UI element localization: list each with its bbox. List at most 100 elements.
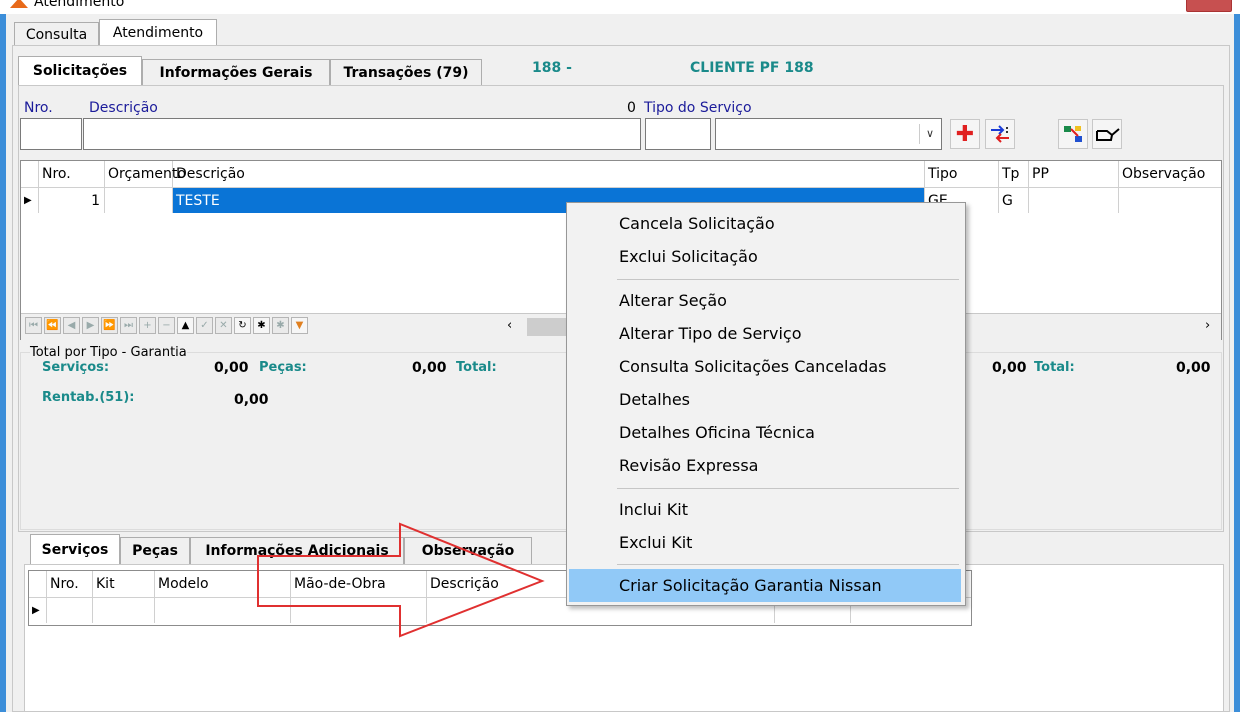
- cell[interactable]: [93, 597, 155, 623]
- nro-input[interactable]: [20, 118, 82, 150]
- tipo-servico-label: Tipo do Serviço: [644, 100, 752, 116]
- tab-solicitacoes[interactable]: Solicitações: [18, 56, 142, 85]
- cell-tp[interactable]: G: [999, 187, 1029, 213]
- cancel-icon[interactable]: ✕: [215, 317, 232, 334]
- title-bar: Atendimento: [0, 0, 1240, 14]
- rentab-value: 0,00: [234, 392, 269, 408]
- diagram-icon[interactable]: [1058, 119, 1088, 149]
- menu-separator: [617, 564, 959, 565]
- right-total-label: Total:: [1034, 360, 1075, 375]
- menu-separator: [617, 279, 959, 280]
- tipo-servico-code-input[interactable]: [645, 118, 711, 150]
- tab-transacoes[interactable]: Transações (79): [330, 59, 482, 85]
- client-code: 188 -: [532, 60, 572, 76]
- column-header[interactable]: Descrição: [173, 161, 925, 187]
- edit-icon[interactable]: ▲: [177, 317, 194, 334]
- tab-label: Peças: [132, 543, 178, 559]
- window-border-right: [1234, 14, 1240, 712]
- right-total-value: 0,00: [1176, 360, 1211, 376]
- client-name: CLIENTE PF 188: [690, 60, 814, 76]
- column-header[interactable]: Nro.: [39, 161, 105, 187]
- prev-record-icon[interactable]: ◀: [63, 317, 80, 334]
- insert-icon[interactable]: +: [139, 317, 156, 334]
- tab-label: Solicitações: [32, 63, 128, 79]
- column-header[interactable]: Kit: [93, 571, 155, 597]
- zero-value: 0: [627, 100, 636, 116]
- tab-label: Transações (79): [343, 64, 469, 81]
- tab-informacoes-gerais[interactable]: Informações Gerais: [142, 59, 330, 85]
- menu-item-alterar-tipo-servico[interactable]: Alterar Tipo de Serviço: [569, 317, 961, 350]
- menu-item-detalhes[interactable]: Detalhes: [569, 383, 961, 416]
- menu-item-exclui-kit[interactable]: Exclui Kit: [569, 526, 961, 559]
- menu-item-inclui-kit[interactable]: Inclui Kit: [569, 493, 961, 526]
- tab-label: Informações Gerais: [159, 64, 313, 81]
- row-pointer-icon: ▶: [29, 597, 47, 623]
- totals-group-title: Total por Tipo - Garantia: [30, 345, 187, 360]
- add-icon[interactable]: ✚: [950, 119, 980, 149]
- tipo-servico-select[interactable]: ∨: [715, 118, 942, 150]
- window-title: Atendimento: [34, 0, 125, 10]
- chevron-down-icon[interactable]: ∨: [919, 124, 940, 144]
- cell[interactable]: [47, 597, 93, 623]
- column-header[interactable]: PP: [1029, 161, 1119, 187]
- menu-item-consulta-canceladas[interactable]: Consulta Solicitações Canceladas: [569, 350, 961, 383]
- column-header[interactable]: Observação: [1119, 161, 1221, 187]
- refresh-icon[interactable]: ↻: [234, 317, 251, 334]
- column-header[interactable]: Orçamento: [105, 161, 186, 187]
- annotation-arrow-icon: [257, 522, 545, 638]
- column-header[interactable]: Nro.: [47, 571, 93, 597]
- window-border-left: [0, 14, 6, 712]
- menu-item-cancela-solicitacao[interactable]: Cancela Solicitação: [569, 207, 961, 240]
- menu-separator: [617, 488, 959, 489]
- bookmark-icon[interactable]: ✱: [253, 317, 270, 334]
- total-label: Total:: [456, 360, 497, 375]
- menu-item-criar-garantia-nissan[interactable]: Criar Solicitação Garantia Nissan: [569, 569, 961, 602]
- column-header[interactable]: Tp: [999, 161, 1029, 187]
- scroll-left-icon[interactable]: ‹: [507, 318, 512, 333]
- scroll-right-icon[interactable]: ›: [1205, 318, 1210, 333]
- tab-pecas[interactable]: Peças: [120, 537, 190, 564]
- transfer-icon[interactable]: [985, 119, 1015, 149]
- prev-page-icon[interactable]: ⏪: [44, 317, 61, 334]
- tab-consulta[interactable]: Consulta: [14, 22, 99, 46]
- cell-orcamento[interactable]: [105, 187, 173, 213]
- descricao-input[interactable]: [83, 118, 641, 150]
- rentab-label: Rentab.(51):: [42, 390, 135, 405]
- menu-item-revisao-expressa[interactable]: Revisão Expressa: [569, 449, 961, 482]
- next-record-icon[interactable]: ▶: [82, 317, 99, 334]
- goto-bookmark-icon[interactable]: ✱: [272, 317, 289, 334]
- menu-item-detalhes-oficina[interactable]: Detalhes Oficina Técnica: [569, 416, 961, 449]
- row-indicator-header: [29, 571, 47, 597]
- tab-label: Serviços: [41, 541, 109, 558]
- oil-can-icon[interactable]: [1092, 119, 1122, 149]
- cell-nro[interactable]: 1: [39, 187, 105, 213]
- nro-label: Nro.: [24, 100, 53, 116]
- servicos-value: 0,00: [214, 360, 249, 376]
- last-record-icon[interactable]: ⏭: [120, 317, 137, 334]
- column-header[interactable]: Tipo: [925, 161, 999, 187]
- row-pointer-icon: ▶: [21, 187, 39, 213]
- first-record-icon[interactable]: ⏮: [25, 317, 42, 334]
- pecas-label: Peças:: [259, 360, 307, 375]
- tab-atendimento[interactable]: Atendimento: [99, 19, 217, 46]
- menu-item-exclui-solicitacao[interactable]: Exclui Solicitação: [569, 240, 961, 273]
- app-icon: [10, 0, 28, 8]
- tab-label: Atendimento: [112, 25, 204, 41]
- grid-header: Nro. Orçamento Descrição Tipo Tp PP Obse…: [21, 161, 1221, 187]
- tab-servicos[interactable]: Serviços: [30, 534, 120, 564]
- cell-observacao[interactable]: [1119, 187, 1221, 213]
- row-indicator-header: [21, 161, 39, 187]
- servicos-label: Serviços:: [42, 360, 110, 375]
- delete-icon[interactable]: −: [158, 317, 175, 334]
- filter-icon[interactable]: ▼: [291, 317, 308, 334]
- right-value: 0,00: [992, 360, 1027, 376]
- post-icon[interactable]: ✓: [196, 317, 213, 334]
- menu-item-alterar-secao[interactable]: Alterar Seção: [569, 284, 961, 317]
- context-menu: Cancela Solicitação Exclui Solicitação A…: [566, 202, 966, 606]
- pecas-value: 0,00: [412, 360, 447, 376]
- descricao-label: Descrição: [89, 100, 158, 116]
- next-page-icon[interactable]: ⏩: [101, 317, 118, 334]
- close-button[interactable]: [1186, 0, 1232, 12]
- cell-pp[interactable]: [1029, 187, 1119, 213]
- tab-label: Consulta: [25, 26, 88, 43]
